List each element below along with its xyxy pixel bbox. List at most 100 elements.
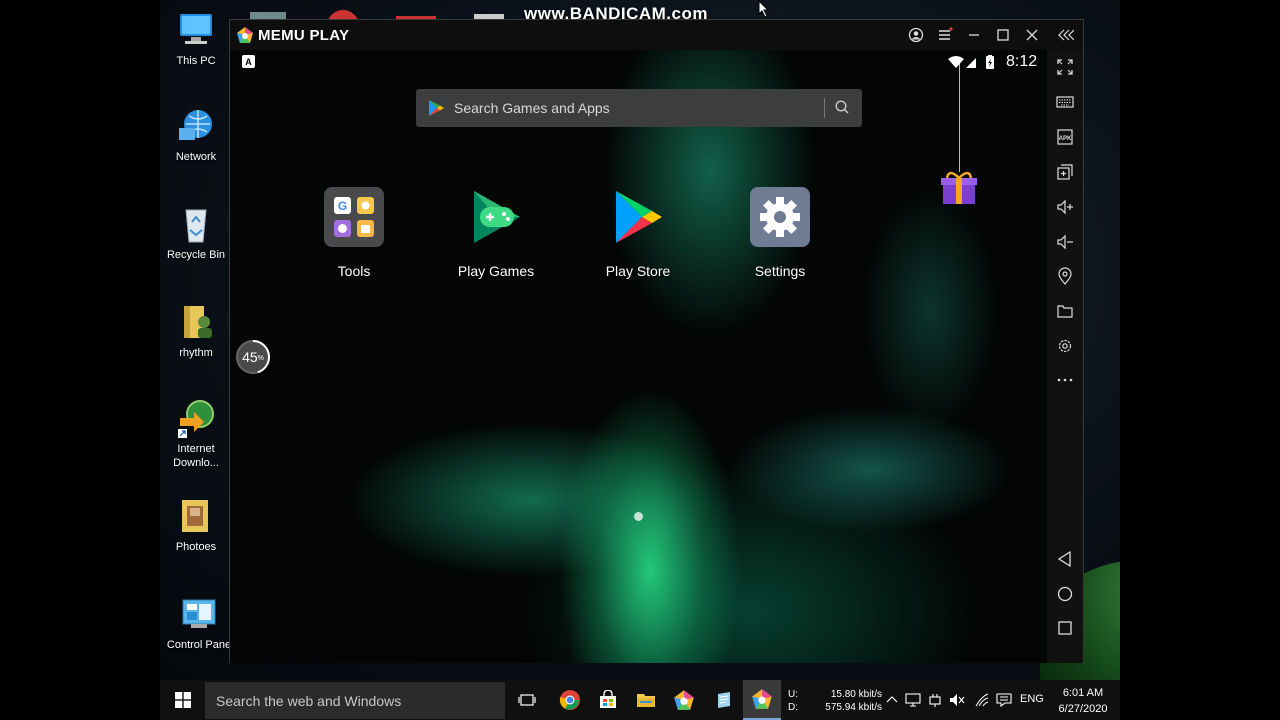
keyboard-button[interactable] <box>1053 90 1077 114</box>
fullscreen-icon <box>1057 59 1073 75</box>
desktop-icon-label: This PC <box>176 55 216 67</box>
taskbar-search-input[interactable] <box>205 682 505 719</box>
play-search-bar[interactable] <box>416 89 862 127</box>
tray-network[interactable] <box>974 692 990 708</box>
network-globe-icon <box>179 110 212 140</box>
wifi-tray-icon <box>975 693 989 707</box>
signal-icon <box>966 58 976 68</box>
task-view-button[interactable] <box>508 680 546 720</box>
multi-instance-icon <box>1057 164 1073 180</box>
desktop-icon-this-pc[interactable]: This PC <box>160 10 232 68</box>
memu-titlebar[interactable]: MEMU PLAY <box>230 20 1083 50</box>
clock-time: 6:01 AM <box>1062 687 1104 699</box>
svg-text:APK: APK <box>1059 136 1072 142</box>
touch-pointer <box>634 512 643 521</box>
windows-logo-icon <box>174 692 191 708</box>
keyboard-icon <box>1056 96 1074 108</box>
network-speed-meter: U: 15.80 kbit/s D: 575.94 kbit/s <box>788 688 882 716</box>
input-language[interactable]: ENG <box>1020 693 1044 705</box>
account-button[interactable] <box>905 25 927 45</box>
windows-taskbar: U: 15.80 kbit/s D: 575.94 kbit/s <box>160 680 1120 720</box>
volume-up-button[interactable] <box>1053 195 1077 219</box>
app-tools[interactable]: G Tools <box>304 187 404 279</box>
taskbar-memu-multi[interactable] <box>665 680 703 720</box>
location-button[interactable] <box>1053 264 1077 288</box>
taskbar-app-notes[interactable] <box>705 680 743 720</box>
wifi-icon <box>948 56 964 68</box>
android-clock: 8:12 <box>1006 53 1038 70</box>
status-notification-a: A <box>242 55 255 68</box>
app-play-games[interactable]: Play Games <box>446 187 546 279</box>
location-icon <box>1058 267 1072 285</box>
power-plug-icon <box>929 694 941 707</box>
store-bag-icon <box>600 690 616 708</box>
desktop-icon-recycle-bin[interactable]: Recycle Bin <box>160 204 232 262</box>
notes-app-icon <box>718 692 730 708</box>
volume-down-button[interactable] <box>1053 230 1077 254</box>
collapse-toolbar-button[interactable] <box>1055 25 1077 45</box>
memu-brand: MEMU PLAY <box>258 26 350 44</box>
app-play-store[interactable]: Play Store <box>588 187 688 279</box>
progress-value: 45% <box>242 349 264 365</box>
desktop-icon-network[interactable]: Network <box>160 106 232 164</box>
desktop-icon-internet-download[interactable]: Internet Downlo... <box>160 398 232 470</box>
app-label: Settings <box>754 263 806 279</box>
android-screen[interactable]: A 8:12 Search Games and Apps G Tools Pla… <box>230 50 1047 663</box>
start-button[interactable] <box>160 680 205 720</box>
taskbar-store[interactable] <box>589 680 627 720</box>
download-speed: 575.94 kbit/s <box>825 702 882 713</box>
desktop-icon-label: Control Pane <box>166 639 232 651</box>
search-icon[interactable] <box>834 99 850 115</box>
fullscreen-button[interactable] <box>1053 55 1077 79</box>
tray-volume[interactable] <box>949 692 965 708</box>
desktop-icon-control-panel[interactable]: Control Pane <box>160 594 238 652</box>
desktop-icon-photoes[interactable]: Photoes <box>160 496 232 554</box>
taskbar-memu-play[interactable] <box>743 680 781 720</box>
tray-display[interactable] <box>905 692 921 708</box>
maximize-icon <box>997 29 1009 41</box>
computer-icon <box>180 14 212 44</box>
apk-install-button[interactable]: APK <box>1053 125 1077 149</box>
double-chevron-left-icon <box>1058 29 1074 41</box>
menu-button[interactable] <box>934 25 956 45</box>
screen: This PC Network Recycle Bin rhythm Inter… <box>0 0 1280 720</box>
user-circle-icon <box>908 27 924 43</box>
tray-power[interactable] <box>927 692 943 708</box>
more-icon <box>1057 378 1073 382</box>
gift-box-icon[interactable] <box>940 170 978 206</box>
memu-window: MEMU PLAY A 8:12 Search Games and Apps G… <box>229 19 1084 663</box>
desktop-icon-rhythm[interactable]: rhythm <box>160 302 232 360</box>
shared-folder-button[interactable] <box>1053 299 1077 323</box>
play-store-icon <box>616 191 662 243</box>
taskbar-file-explorer[interactable] <box>627 680 665 720</box>
maximize-button[interactable] <box>992 25 1014 45</box>
volume-up-icon <box>1057 199 1073 215</box>
close-button[interactable] <box>1021 25 1043 45</box>
control-panel-icon <box>182 599 216 628</box>
settings-button[interactable] <box>1053 334 1077 358</box>
gift-string <box>959 64 960 172</box>
android-back-button[interactable] <box>1053 547 1077 571</box>
upload-label: U: <box>788 689 798 700</box>
download-label: D: <box>788 702 798 713</box>
settings-icon <box>1058 339 1072 353</box>
android-recent-apps-button[interactable] <box>1053 616 1077 640</box>
chrome-icon <box>559 690 580 710</box>
search-input[interactable] <box>454 89 814 127</box>
back-icon <box>1057 550 1071 568</box>
task-view-icon <box>518 694 536 706</box>
show-hidden-icons-button[interactable] <box>884 692 900 708</box>
idm-globe-icon <box>178 400 214 438</box>
taskbar-chrome[interactable] <box>551 680 589 720</box>
action-center-icon <box>996 693 1012 707</box>
upload-speed: 15.80 kbit/s <box>830 689 882 700</box>
app-settings[interactable]: Settings <box>730 187 830 279</box>
taskbar-clock[interactable]: 6:01 AM 6/27/2020 <box>1053 685 1113 717</box>
android-home-button[interactable] <box>1053 582 1077 606</box>
minimize-button[interactable] <box>963 25 985 45</box>
app-label: Play Store <box>605 263 671 279</box>
multi-instance-button[interactable] <box>1053 160 1077 184</box>
more-button[interactable] <box>1053 368 1077 392</box>
volume-down-icon <box>1057 234 1073 250</box>
tray-notifications[interactable] <box>996 692 1012 708</box>
